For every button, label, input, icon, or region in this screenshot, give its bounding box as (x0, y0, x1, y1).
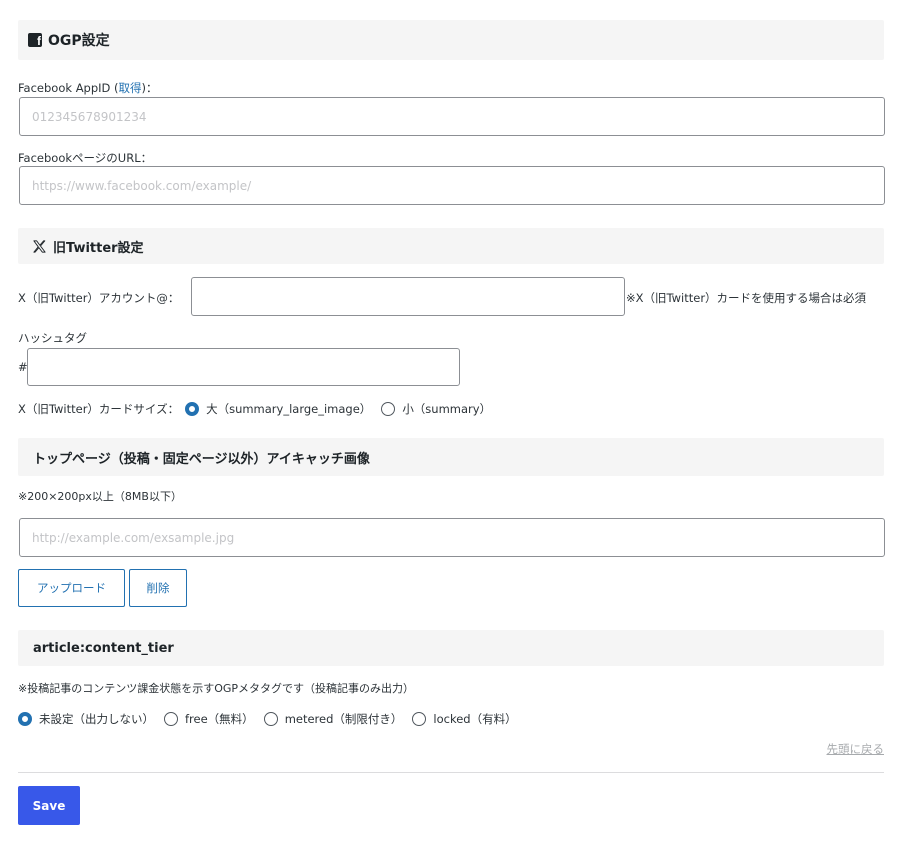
content-tier-section-title: article:content_tier (33, 640, 174, 656)
content-tier-options: 未設定（出力しない） free（無料） metered（制限付き） locked… (18, 710, 517, 728)
x-logo-icon (33, 239, 46, 253)
divider (18, 772, 884, 773)
page-url-label: FacebookページのURL： (18, 151, 153, 165)
hashtag-label: ハッシュタグ (18, 331, 87, 345)
tier-locked-radio[interactable] (412, 712, 427, 726)
ogp-section-header: f OGP設定 (18, 20, 884, 60)
app-id-input[interactable] (19, 97, 885, 136)
content-tier-section-header: article:content_tier (18, 630, 884, 666)
card-size-label: X（旧Twitter）カードサイズ： (18, 402, 180, 416)
tier-unset-label[interactable]: 未設定（出力しない） (39, 711, 154, 727)
tier-metered-label[interactable]: metered（制限付き） (285, 711, 403, 727)
back-to-top-link[interactable]: 先頭に戻る (827, 741, 885, 757)
upload-button[interactable]: アップロード (18, 569, 125, 607)
card-size-large-label[interactable]: 大（summary_large_image） (206, 401, 371, 417)
card-size-large-radio[interactable] (185, 402, 200, 416)
tier-metered-radio[interactable] (263, 712, 278, 726)
eyecatch-section-header: トップページ（投稿・固定ページ以外）アイキャッチ画像 (18, 438, 884, 476)
tier-free-label[interactable]: free（無料） (185, 711, 254, 727)
tier-free-radio[interactable] (164, 712, 178, 726)
card-size-small-label[interactable]: 小（summary） (402, 401, 491, 417)
delete-button[interactable]: 削除 (129, 569, 187, 607)
content-tier-note: ※投稿記事のコンテンツ課金状態を示すOGPメタタグです（投稿記事のみ出力） (18, 682, 415, 695)
save-button[interactable]: Save (18, 786, 80, 825)
get-app-id-link[interactable]: 取得 (119, 81, 142, 95)
twitter-section-title: 旧Twitter設定 (53, 240, 144, 256)
tier-locked-label[interactable]: locked（有料） (433, 711, 516, 727)
hashtag-input[interactable] (27, 348, 460, 386)
app-id-label: Facebook AppID (取得)： (18, 81, 158, 95)
twitter-section-header: 旧Twitter設定 (18, 228, 884, 264)
twitter-account-label: X（旧Twitter）アカウント@： (18, 291, 180, 305)
card-size-small-radio[interactable] (381, 402, 396, 416)
page-url-input[interactable] (19, 166, 885, 205)
twitter-account-input[interactable] (191, 277, 625, 316)
eyecatch-section-title: トップページ（投稿・固定ページ以外）アイキャッチ画像 (33, 451, 370, 467)
eyecatch-url-input[interactable] (19, 518, 885, 557)
tier-unset-radio[interactable] (18, 712, 32, 726)
facebook-icon: f (28, 33, 42, 47)
card-size-row: X（旧Twitter）カードサイズ： 大（summary_large_image… (18, 400, 491, 418)
twitter-account-note: ※X（旧Twitter）カードを使用する場合は必須 (626, 291, 867, 305)
ogp-section-title: OGP設定 (48, 33, 110, 49)
eyecatch-note: ※200×200px以上（8MB以下） (18, 490, 182, 503)
